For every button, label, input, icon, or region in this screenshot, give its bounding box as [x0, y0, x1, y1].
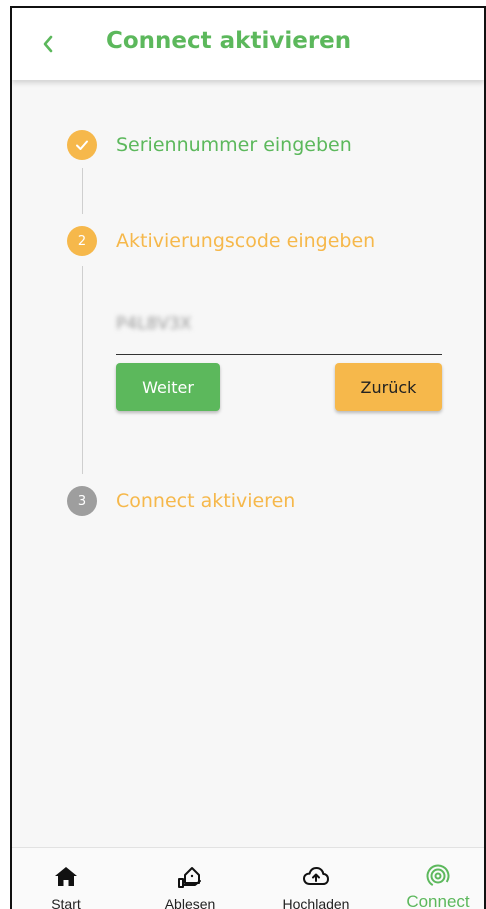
step-2-label: Aktivierungscode eingeben — [116, 230, 376, 252]
next-button[interactable]: Weiter — [116, 363, 220, 411]
activation-code-value: P4L8V3X — [116, 314, 192, 334]
cloud-upload-icon — [301, 862, 331, 890]
step-1-check-icon — [67, 130, 97, 160]
nav-label: Connect — [406, 892, 470, 909]
meter-reading-icon — [175, 862, 205, 890]
step-3-number: 3 — [67, 486, 97, 516]
connect-signal-icon — [423, 862, 453, 890]
back-step-button[interactable]: Zurück — [335, 363, 442, 411]
nav-label: Start — [51, 896, 81, 909]
nav-item-connect[interactable]: Connect — [388, 848, 484, 909]
step-1-label: Seriennummer eingeben — [116, 134, 352, 156]
app-header: Connect aktivieren — [12, 8, 484, 80]
nav-item-ablesen[interactable]: Ablesen — [140, 848, 240, 909]
bottom-navigation: Start Ablesen Hochladen Connect — [12, 847, 484, 909]
nav-label: Ablesen — [164, 896, 216, 909]
nav-label: Hochladen — [282, 896, 350, 909]
nav-item-hochladen[interactable]: Hochladen — [266, 848, 366, 909]
step-connector — [82, 168, 83, 214]
nav-item-start[interactable]: Start — [16, 848, 116, 909]
step-2-number: 2 — [67, 226, 97, 256]
page-title: Connect aktivieren — [106, 28, 352, 54]
activation-code-input[interactable]: P4L8V3X — [116, 306, 442, 355]
step-3-label: Connect aktivieren — [116, 490, 296, 512]
home-icon — [51, 862, 81, 890]
step-connector — [82, 266, 83, 474]
back-button[interactable] — [34, 26, 62, 62]
chevron-left-icon — [43, 35, 53, 53]
app-screen: Connect aktivieren Seriennummer eingeben… — [10, 6, 486, 909]
